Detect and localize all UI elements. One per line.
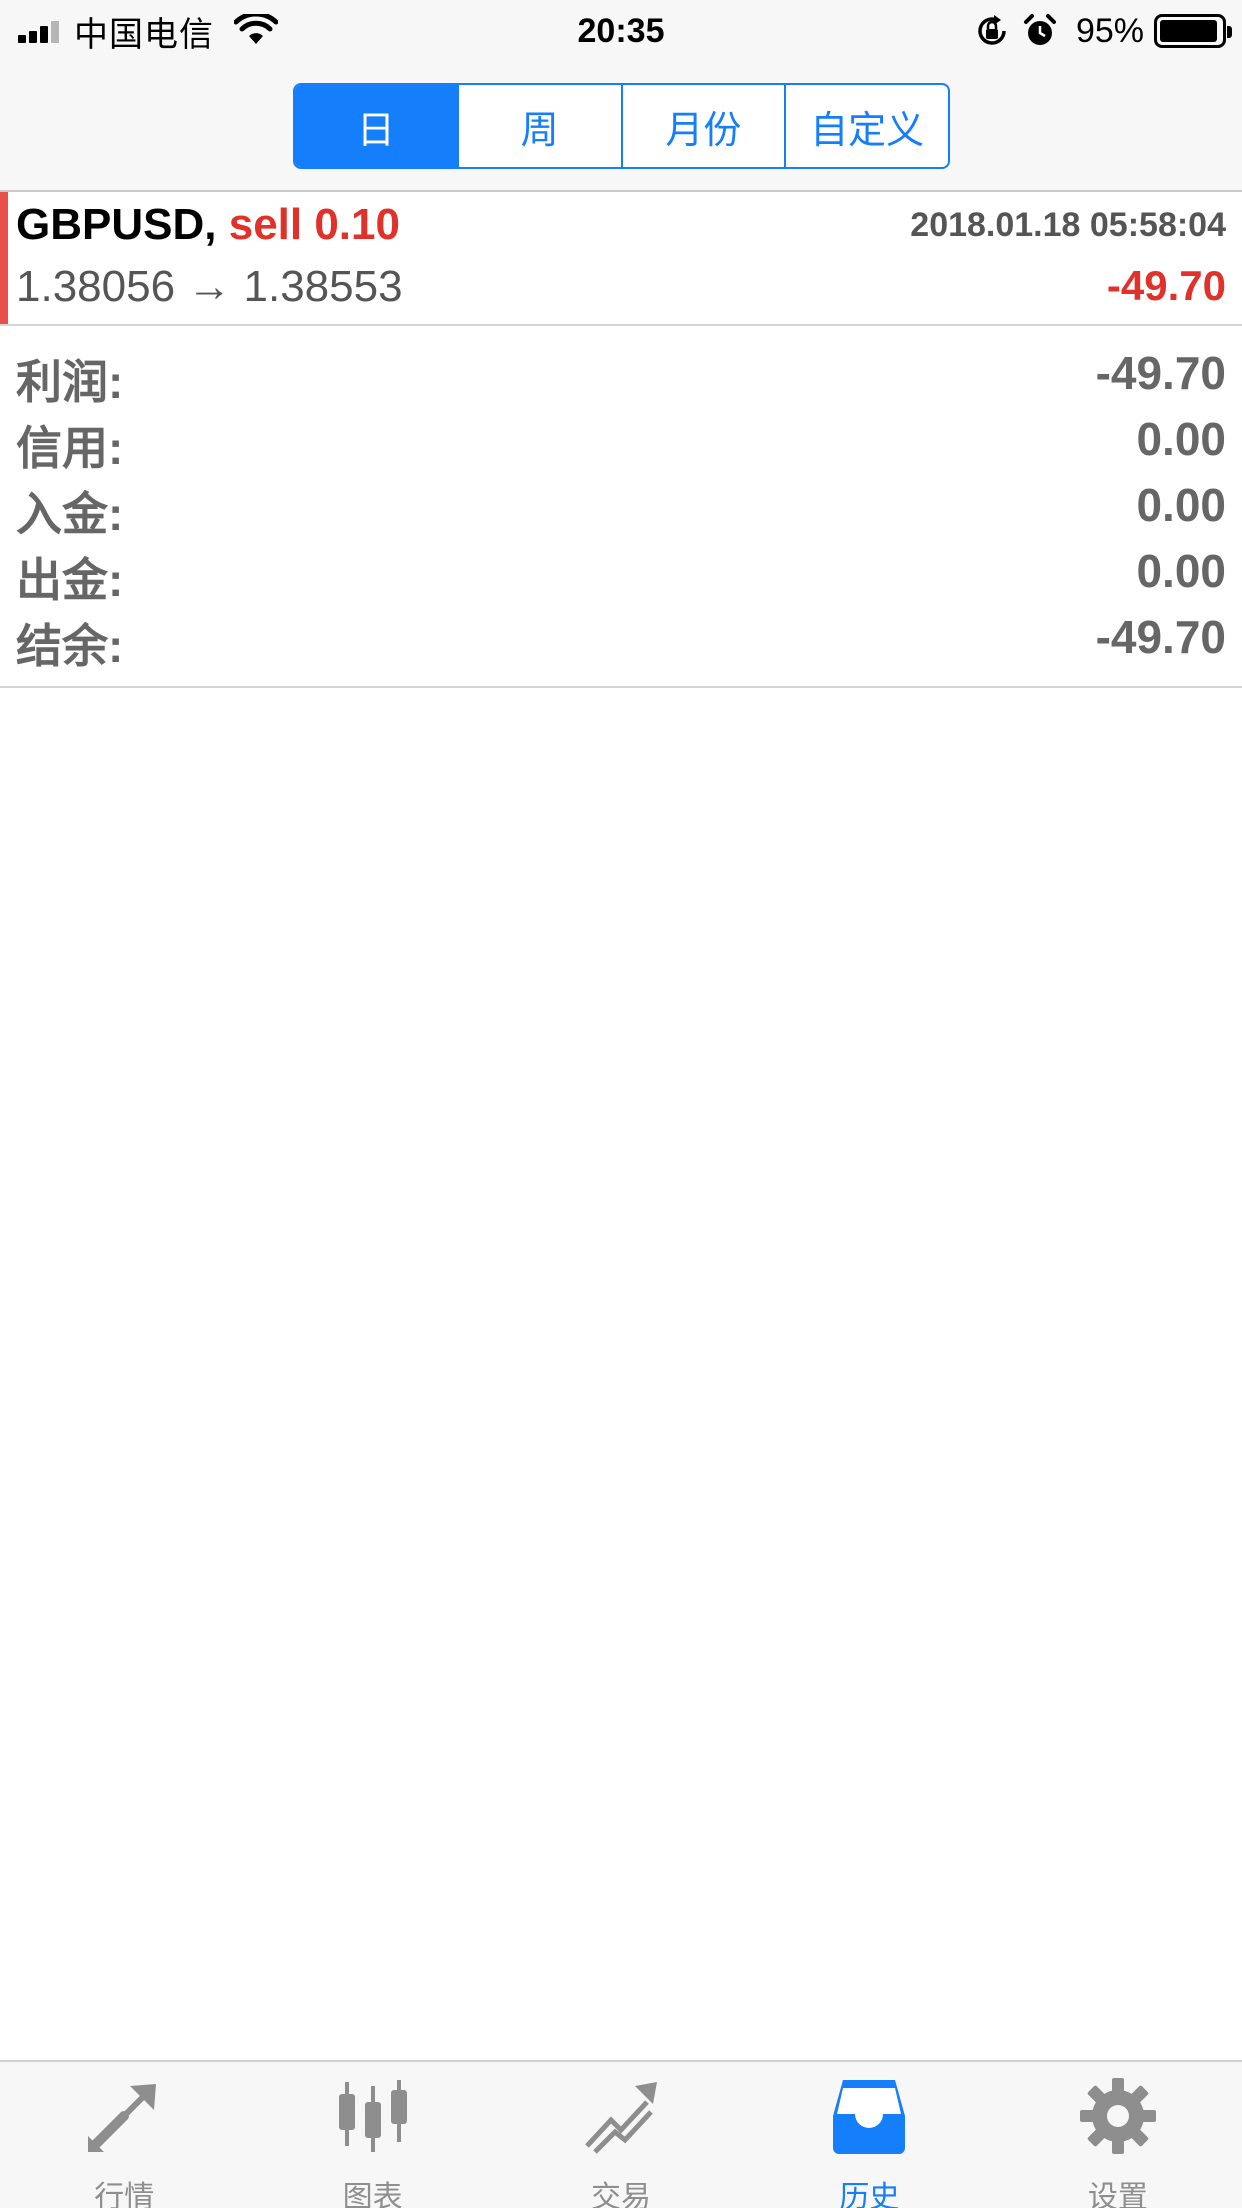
- tab-label: 设置: [1087, 2181, 1148, 2208]
- summary-value: -49.70: [1095, 611, 1226, 663]
- trade-trend-icon: [585, 2082, 658, 2154]
- tab-history[interactable]: 历史: [745, 2062, 993, 2208]
- summary-label: 结余:: [16, 620, 124, 672]
- tab-label: 交易: [591, 2181, 652, 2208]
- segment-month[interactable]: 月份: [620, 85, 785, 167]
- battery-fill: [1160, 20, 1217, 42]
- summary-row-profit: 利润: -49.70: [0, 340, 1242, 408]
- deal-datetime: 2018.01.18 05:58:04: [910, 206, 1226, 244]
- tab-bar: 行情 图表 交易 历史 设置: [0, 2060, 1242, 2208]
- deal-prices: 1.38056 → 1.38553: [16, 262, 403, 311]
- tab-settings[interactable]: 设置: [994, 2062, 1242, 2208]
- candlestick-chart-icon: [338, 2080, 407, 2152]
- tab-trade[interactable]: 交易: [497, 2062, 745, 2208]
- deal-side-volume: sell 0.10: [228, 200, 400, 249]
- status-bar: 中国电信 20:35 95%: [0, 0, 1242, 62]
- summary-row-deposit: 入金: 0.00: [0, 472, 1242, 540]
- summary-label: 出金:: [16, 554, 124, 606]
- tab-label: 历史: [839, 2181, 900, 2208]
- summary-label: 利润:: [16, 356, 124, 408]
- summary-label: 入金:: [16, 488, 124, 540]
- summary-label: 信用:: [16, 422, 124, 474]
- gear-icon: [1079, 2078, 1156, 2154]
- status-right: 95%: [962, 8, 1232, 54]
- deal-symbol: GBPUSD,: [16, 200, 217, 249]
- summary-value: 0.00: [1136, 545, 1226, 597]
- tab-label: 行情: [94, 2181, 155, 2208]
- history-inbox-icon: [833, 2080, 906, 2154]
- sell-marker: [0, 192, 8, 324]
- deal-symbol-line: GBPUSD, sell 0.10: [16, 200, 400, 250]
- period-nav-area: 日 周 月份 自定义: [0, 62, 1242, 192]
- alarm-icon: [1023, 14, 1056, 45]
- tab-charts[interactable]: 图表: [248, 2062, 496, 2208]
- period-segmented-control: 日 周 月份 自定义: [293, 83, 950, 169]
- quotes-arrows-icon: [88, 2084, 157, 2152]
- summary-section: 利润: -49.70 信用: 0.00 入金: 0.00 出金: 0.00 结余…: [0, 326, 1242, 688]
- deal-row[interactable]: GBPUSD, sell 0.10 2018.01.18 05:58:04 1.…: [0, 192, 1242, 326]
- tab-quotes[interactable]: 行情: [0, 2062, 248, 2208]
- summary-row-withdrawal: 出金: 0.00: [0, 538, 1242, 606]
- summary-value: 0.00: [1136, 479, 1226, 531]
- segment-week[interactable]: 周: [456, 85, 621, 167]
- battery-icon: [1154, 14, 1232, 48]
- summary-value: 0.00: [1136, 413, 1226, 465]
- summary-value: -49.70: [1095, 347, 1226, 399]
- segment-day[interactable]: 日: [295, 85, 457, 167]
- rotation-lock-icon: [978, 15, 1006, 45]
- summary-row-credit: 信用: 0.00: [0, 406, 1242, 474]
- summary-row-balance: 结余: -49.70: [0, 604, 1242, 672]
- deal-profit: -49.70: [1106, 262, 1226, 309]
- battery-percent: 95%: [1075, 11, 1144, 50]
- tab-label: 图表: [342, 2181, 403, 2208]
- segment-custom[interactable]: 自定义: [784, 85, 948, 167]
